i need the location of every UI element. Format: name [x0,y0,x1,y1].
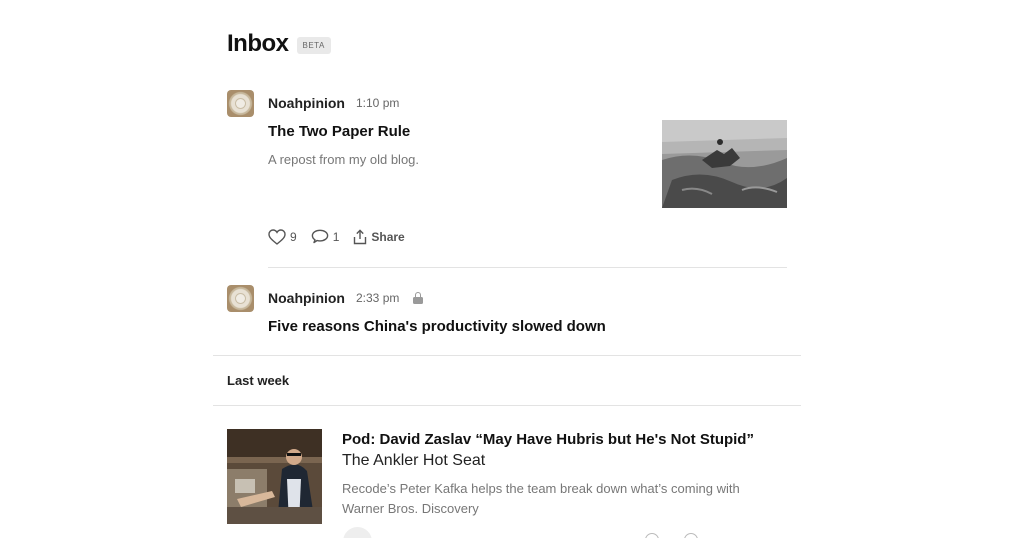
thumbnail-photo [662,120,787,208]
inbox-post[interactable]: Noahpinion 2:33 pm Five reasons China's … [227,284,787,335]
podcast-show-name[interactable]: The Ankler Hot Seat [342,452,485,470]
post-thumbnail[interactable] [662,120,787,208]
author-name[interactable]: Noahpinion [268,95,345,111]
heart-icon[interactable] [645,533,659,538]
comment-icon[interactable] [684,533,698,538]
like-button[interactable]: 9 [268,229,297,245]
podcast-description: Recode’s Peter Kafka helps the team brea… [342,481,740,516]
post-time: 1:10 pm [356,96,400,110]
post-actions: 9 1 Share [268,228,419,246]
share-icon [354,229,367,245]
section-divider [213,355,801,356]
publication-avatar[interactable] [227,284,254,312]
inbox-header: Inbox BETA [227,30,331,58]
post-title[interactable]: Five reasons China's productivity slowed… [268,318,606,335]
comment-icon [311,229,328,244]
comment-button[interactable]: 1 [311,229,340,245]
podcast-thumbnail[interactable] [227,429,322,524]
section-heading-last-week: Last week [227,373,290,388]
lock-icon [413,292,424,304]
publication-avatar[interactable] [227,89,254,117]
post-title[interactable]: The Two Paper Rule [268,123,410,140]
author-name[interactable]: Noahpinion [268,290,345,306]
inbox-post[interactable]: Noahpinion 1:10 pm The Two Paper Rule A … [227,89,787,167]
beta-badge: BETA [296,36,331,54]
podcast-photo [227,429,322,524]
share-label: Share [371,230,405,244]
page-title: Inbox [227,30,289,57]
podcast-title[interactable]: Pod: David Zaslav “May Have Hubris but H… [342,431,754,448]
post-time: 2:33 pm [356,291,400,305]
like-count: 9 [290,230,297,244]
post-subtitle: A repost from my old blog. [268,152,420,167]
share-button[interactable]: Share [353,229,405,245]
comment-count: 1 [332,230,340,244]
heart-icon [268,229,286,245]
section-divider [213,405,801,406]
play-button[interactable] [343,527,372,538]
post-divider [268,267,787,268]
